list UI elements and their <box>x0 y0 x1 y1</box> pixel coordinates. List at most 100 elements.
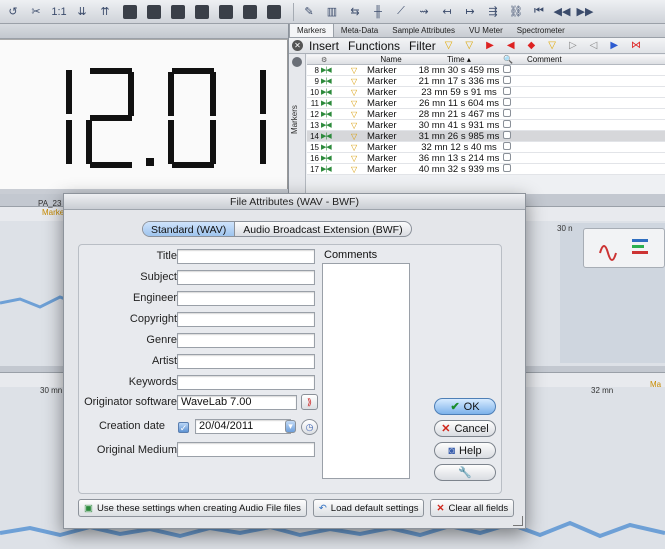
clear-fields-button[interactable]: ✕ Clear all fields <box>430 499 515 517</box>
columns-icon[interactable]: ▥ <box>323 3 341 21</box>
bars-icon[interactable] <box>243 4 257 19</box>
table-row[interactable]: 9 ▶|◀ ▽ Marker 21 mn 17 s 336 ms <box>307 75 665 87</box>
column-time[interactable]: Time ▴ <box>415 55 503 64</box>
digit-2 <box>86 68 135 168</box>
column-name[interactable]: Name <box>367 55 415 64</box>
creation-date-checkbox[interactable]: ✓ <box>178 422 189 433</box>
pencil-icon[interactable]: ✎ <box>300 3 318 21</box>
cancel-x-icon: ✕ <box>441 423 451 435</box>
table-row[interactable]: 13 ▶|◀ ▽ Marker 30 mn 41 s 931 ms <box>307 119 665 131</box>
field-input-copyright[interactable] <box>177 312 315 327</box>
zoom-in-icon[interactable]: ⇊ <box>73 3 91 21</box>
table-row[interactable]: 10 ▶|◀ ▽ Marker 23 mn 59 s 91 ms <box>307 86 665 98</box>
marker-lock-checkbox[interactable] <box>503 75 521 87</box>
table-row[interactable]: 12 ▶|◀ ▽ Marker 28 mn 21 s 467 ms <box>307 108 665 120</box>
table-row[interactable]: 15 ▶|◀ ▽ Marker 32 mn 12 s 40 ms <box>307 141 665 153</box>
field-input-subject[interactable] <box>177 270 315 285</box>
table-row[interactable]: 17 ▶|◀ ▽ Marker 40 mn 32 s 939 ms <box>307 163 665 175</box>
table-row[interactable]: 16 ▶|◀ ▽ Marker 36 mn 13 s 214 ms <box>307 152 665 164</box>
tab-standard-wav[interactable]: Standard (WAV) <box>143 222 236 236</box>
loop-icon[interactable]: ⇶ <box>484 3 502 21</box>
back-icon[interactable]: ◀◀ <box>553 3 571 21</box>
cancel-button[interactable]: ✕ Cancel <box>434 420 496 437</box>
record-icon[interactable] <box>123 4 137 19</box>
ok-button[interactable]: ✔ OK <box>434 398 496 415</box>
undo-icon[interactable]: ↺ <box>4 3 22 21</box>
marker-lock-checkbox[interactable] <box>503 64 521 76</box>
marker-filter-icon[interactable]: ▽ <box>445 40 453 51</box>
zoom-out-icon[interactable]: ⇈ <box>96 3 114 21</box>
zoom-1to1-button[interactable]: 1:1 <box>50 3 68 21</box>
marker-prev-icon[interactable]: ↤ <box>438 3 456 21</box>
table-row[interactable]: 11 ▶|◀ ▽ Marker 26 mn 11 s 604 ms <box>307 97 665 109</box>
forward-icon[interactable]: ▶▶ <box>576 3 594 21</box>
marker-lock-checkbox[interactable] <box>503 152 521 164</box>
region-start-icon[interactable]: ▶ <box>486 40 494 51</box>
menu-functions[interactable]: Functions <box>348 39 400 53</box>
generic-marker-icon[interactable]: ▽ <box>548 40 556 51</box>
meter-icon[interactable] <box>147 4 161 19</box>
help-button[interactable]: ◙ Help <box>434 442 496 459</box>
tab-markers[interactable]: Markers <box>289 24 334 37</box>
marker-lock-checkbox[interactable] <box>503 163 521 175</box>
play-marker-icon[interactable]: ▶ <box>610 40 618 51</box>
field-input-title[interactable] <box>177 249 315 264</box>
snap-icon[interactable]: ⇆ <box>346 3 364 21</box>
marker-time: 31 mn 26 s 985 ms <box>418 130 500 142</box>
menu-insert[interactable]: Insert <box>309 39 339 53</box>
gear-icon[interactable] <box>292 57 302 67</box>
cue-start-icon[interactable]: ▷ <box>569 40 577 51</box>
originator-picker-icon[interactable]: ⟫ <box>301 394 318 410</box>
marker-lock-checkbox[interactable] <box>503 108 521 120</box>
crossfade-icon[interactable]: ⟋ <box>392 3 410 21</box>
original-medium-input[interactable] <box>177 442 315 457</box>
spectrum-icon[interactable] <box>171 4 185 19</box>
originator-input[interactable]: WaveLab 7.00 <box>177 395 297 410</box>
loop-marker-icon[interactable]: ◆ <box>528 40 536 51</box>
tab-spectrometer[interactable]: Spectrometer <box>510 24 572 37</box>
column-comment[interactable]: Comment <box>521 55 665 64</box>
extra-button[interactable]: 🔧 <box>434 464 496 481</box>
load-default-button[interactable]: ↶ Load default settings <box>312 499 425 517</box>
marker-lock-checkbox[interactable] <box>503 141 521 153</box>
tab-vu-meter[interactable]: VU Meter <box>462 24 510 37</box>
tab-sample-attributes[interactable]: Sample Attributes <box>385 24 462 37</box>
comments-textarea[interactable] <box>322 263 410 479</box>
tape-icon[interactable] <box>267 4 281 19</box>
cut-icon[interactable]: ✂ <box>27 3 45 21</box>
date-stepper[interactable]: ▾ <box>285 420 296 433</box>
marker-lock-checkbox[interactable] <box>503 119 521 131</box>
digit-1b <box>224 68 272 168</box>
marker-type-icon[interactable]: ▽ <box>465 40 473 51</box>
cd-track-icon[interactable]: ⋈ <box>631 40 641 51</box>
rewind-icon[interactable]: ⏮ <box>530 3 548 21</box>
use-settings-button[interactable]: ▣ Use these settings when creating Audio… <box>78 499 307 517</box>
split-icon[interactable]: ╫ <box>369 3 387 21</box>
field-input-artist[interactable] <box>177 354 315 369</box>
marker-lock-checkbox[interactable] <box>503 97 521 109</box>
link-icon[interactable]: ⛓ <box>507 3 525 21</box>
menu-filter[interactable]: Filter <box>409 39 436 53</box>
field-input-keywords[interactable] <box>177 375 315 390</box>
marker-lock-checkbox[interactable] <box>503 86 521 98</box>
grid-icon[interactable] <box>195 4 209 19</box>
search-icon[interactable]: 🔍 <box>503 55 521 64</box>
palette-icon[interactable] <box>219 4 233 19</box>
creation-date-input[interactable]: 20/04/2011 <box>195 419 291 434</box>
clock-icon[interactable]: ◷ <box>301 419 318 435</box>
marker-type-icon: ▶|◀ <box>321 78 332 85</box>
marker-add-icon[interactable]: ⇝ <box>415 3 433 21</box>
marker-lock-checkbox[interactable] <box>503 130 521 142</box>
field-input-genre[interactable] <box>177 333 315 348</box>
tab-bwf[interactable]: Audio Broadcast Extension (BWF) <box>235 222 410 236</box>
marker-next-icon[interactable]: ↦ <box>461 3 479 21</box>
region-end-icon[interactable]: ◀ <box>507 40 515 51</box>
table-row[interactable]: 14 ▶|◀ ▽ Marker 31 mn 26 s 985 ms <box>307 130 665 142</box>
table-row[interactable]: 8 ▶|◀ ▽ Marker 18 mn 30 s 459 ms <box>307 64 665 76</box>
field-input-engineer[interactable] <box>177 291 315 306</box>
cue-end-icon[interactable]: ◁ <box>590 40 598 51</box>
resize-grip[interactable] <box>513 516 523 526</box>
close-icon[interactable]: ✕ <box>292 40 303 51</box>
tab-meta-data[interactable]: Meta-Data <box>334 24 385 37</box>
settings-column-icon[interactable]: ⚙ <box>321 56 351 64</box>
